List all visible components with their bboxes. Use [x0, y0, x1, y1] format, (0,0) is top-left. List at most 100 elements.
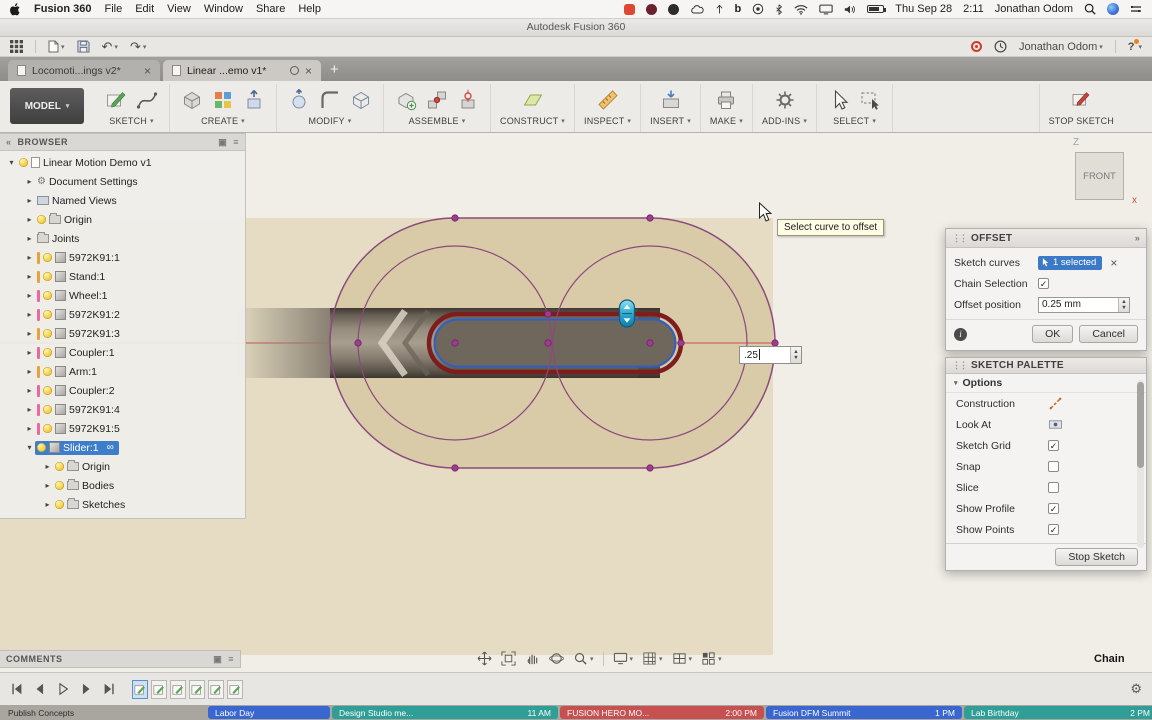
- bulb-icon[interactable]: [55, 481, 64, 490]
- menubar-date[interactable]: Thu Sep 28: [895, 3, 952, 15]
- dock-panel-icon[interactable]: ▣: [213, 654, 222, 665]
- ribbon-dropdown-inspect[interactable]: INSPECT▾: [584, 116, 631, 126]
- browser-item-coupler-2[interactable]: ▸Coupler:2: [0, 381, 245, 400]
- viewcube-front-face[interactable]: FRONT: [1075, 152, 1124, 200]
- display-icon[interactable]: [819, 4, 833, 15]
- expand-arrow-icon[interactable]: ▸: [24, 215, 35, 224]
- grid-settings-icon[interactable]: ▾: [642, 651, 663, 666]
- bulb-icon[interactable]: [37, 443, 46, 452]
- bulb-icon[interactable]: [43, 424, 52, 433]
- calendar-event-lab-birthday[interactable]: Lab Birthday2 PM: [964, 706, 1152, 719]
- apple-logo-icon[interactable]: [10, 3, 21, 16]
- timeline-sketch-icon[interactable]: [208, 680, 224, 699]
- bulb-icon[interactable]: [43, 253, 52, 262]
- browser-item-stand-1[interactable]: ▸Stand:1: [0, 267, 245, 286]
- ribbon-dropdown-add-ins[interactable]: ADD-INS▾: [762, 116, 807, 126]
- browser-item-slider-1[interactable]: ▾Slider:1∞: [0, 438, 245, 457]
- ribbon-icon-select[interactable]: [826, 87, 852, 113]
- browser-item-joints[interactable]: ▸Joints: [0, 229, 245, 248]
- expand-arrow-icon[interactable]: ▸: [24, 310, 35, 319]
- zoom-icon[interactable]: ▾: [573, 651, 594, 666]
- timeline-sketch-icon[interactable]: [151, 680, 167, 699]
- browser-item-5972k91-1[interactable]: ▸5972K91:1: [0, 248, 245, 267]
- checkbox-show-points[interactable]: [1048, 524, 1059, 535]
- tab-close-icon[interactable]: ×: [144, 66, 151, 76]
- to-end-button[interactable]: [102, 682, 116, 696]
- expand-arrow-icon[interactable]: ▸: [24, 424, 35, 433]
- ribbon-icon-make[interactable]: [713, 87, 739, 113]
- target-icon[interactable]: [752, 3, 764, 15]
- menubar-app-name[interactable]: Fusion 360: [34, 3, 91, 15]
- spinner-control[interactable]: ▲▼: [790, 347, 801, 363]
- expand-arrow-icon[interactable]: ▸: [24, 272, 35, 281]
- menu-edit[interactable]: Edit: [135, 3, 154, 15]
- bulb-icon[interactable]: [43, 405, 52, 414]
- ribbon-icon-stop-sketch[interactable]: [1068, 87, 1094, 113]
- screencast-record-button[interactable]: [971, 41, 982, 52]
- ribbon-icon-plane[interactable]: [520, 87, 546, 113]
- ribbon-icon-pattern[interactable]: [210, 87, 236, 113]
- browser-item-coupler-1[interactable]: ▸Coupler:1: [0, 343, 245, 362]
- help-menu[interactable]: ? ▾: [1128, 41, 1142, 53]
- calendar-event-design-studio-me[interactable]: Design Studio me...11 AM: [332, 706, 558, 719]
- siri-icon[interactable]: [1107, 3, 1119, 15]
- browser-item-origin[interactable]: ▸Origin: [0, 210, 245, 229]
- browser-item-bodies[interactable]: ▸Bodies: [0, 476, 245, 495]
- redo-button[interactable]: ↷▾: [130, 40, 146, 53]
- ribbon-dropdown-make[interactable]: MAKE▾: [710, 116, 743, 126]
- undo-button[interactable]: ↶▾: [102, 40, 118, 53]
- data-panel-grid-icon[interactable]: [10, 40, 23, 53]
- expand-arrow-icon[interactable]: ▾: [6, 158, 17, 167]
- tab-close-icon[interactable]: ×: [305, 66, 312, 76]
- dock-panel-icon[interactable]: ▣: [218, 137, 227, 148]
- account-dropdown[interactable]: Jonathan Odom ▾: [1019, 41, 1103, 53]
- expand-arrow-icon[interactable]: ▸: [42, 481, 53, 490]
- expand-arrow-icon[interactable]: ▸: [24, 367, 35, 376]
- volume-icon[interactable]: [844, 4, 856, 15]
- ribbon-dropdown-insert[interactable]: INSERT▾: [650, 116, 691, 126]
- browser-item-named-views[interactable]: ▸Named Views: [0, 191, 245, 210]
- selection-badge[interactable]: 1 selected: [1038, 256, 1102, 270]
- upload-icon[interactable]: [715, 3, 724, 15]
- offset-drag-handle[interactable]: [620, 300, 635, 327]
- stop-sketch-ribbon-button[interactable]: STOP SKETCH: [1049, 116, 1114, 126]
- ribbon-icon-fillet[interactable]: [317, 87, 343, 113]
- menu-view[interactable]: View: [167, 3, 191, 15]
- maroon-app-icon[interactable]: [646, 4, 657, 15]
- panel-menu-icon[interactable]: ≡: [228, 654, 234, 665]
- browser-item-arm-1[interactable]: ▸Arm:1: [0, 362, 245, 381]
- calendar-event-publish-concepts[interactable]: Publish Concepts: [1, 706, 206, 719]
- step-forward-button[interactable]: [79, 682, 93, 696]
- bulb-icon[interactable]: [43, 272, 52, 281]
- ribbon-icon-addins[interactable]: [772, 87, 798, 113]
- checkbox-snap[interactable]: [1048, 461, 1059, 472]
- clear-selection-icon[interactable]: ×: [1110, 258, 1117, 268]
- menu-share[interactable]: Share: [256, 3, 285, 15]
- comments-bar[interactable]: COMMENTS ▣≡: [0, 650, 241, 668]
- to-start-button[interactable]: [10, 682, 24, 696]
- expand-arrow-icon[interactable]: ▸: [24, 386, 35, 395]
- expand-arrow-icon[interactable]: ▸: [24, 405, 35, 414]
- wifi-icon[interactable]: [794, 4, 808, 15]
- menubar-clock[interactable]: 2:11: [963, 3, 984, 15]
- ribbon-icon-box[interactable]: [179, 87, 205, 113]
- save-button[interactable]: [77, 40, 90, 53]
- browser-item-5972k91-2[interactable]: ▸5972K91:2: [0, 305, 245, 324]
- bulb-icon[interactable]: [19, 158, 28, 167]
- drag-grip-icon[interactable]: ⋮⋮: [952, 233, 966, 244]
- scrollbar-thumb[interactable]: [1137, 382, 1144, 468]
- ribbon-icon-sketch-create[interactable]: [103, 87, 129, 113]
- layout-grid-icon[interactable]: ▾: [701, 651, 722, 666]
- ribbon-icon-windowselect[interactable]: [857, 87, 883, 113]
- chain-selection-checkbox[interactable]: [1038, 278, 1049, 289]
- checkbox-sketch-grid[interactable]: [1048, 440, 1059, 451]
- offset-dialog-header[interactable]: ⋮⋮ OFFSET »: [946, 229, 1146, 248]
- job-status-clock-icon[interactable]: [994, 40, 1007, 53]
- cloud-icon[interactable]: [690, 4, 704, 15]
- notification-center-icon[interactable]: [1130, 4, 1142, 15]
- ribbon-icon-measure[interactable]: [595, 87, 621, 113]
- ribbon-dropdown-modify[interactable]: MODIFY▾: [309, 116, 352, 126]
- drag-grip-icon[interactable]: ⋮⋮: [952, 360, 966, 371]
- ribbon-icon-presspull[interactable]: [286, 87, 312, 113]
- palette-scrollbar[interactable]: [1137, 380, 1144, 548]
